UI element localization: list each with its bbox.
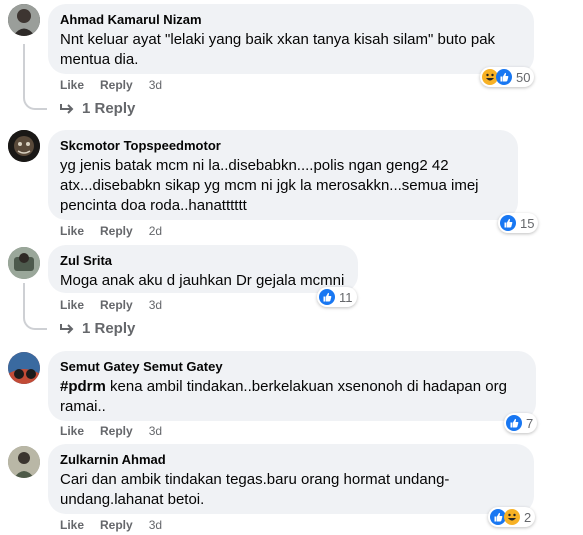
reaction-summary[interactable]: 11 bbox=[317, 287, 357, 307]
reaction-count: 2 bbox=[524, 509, 532, 525]
reaction-summary[interactable]: 2 bbox=[488, 507, 536, 527]
thread-line bbox=[23, 44, 25, 94]
avatar[interactable] bbox=[8, 4, 40, 36]
like-link[interactable]: Like bbox=[60, 298, 84, 312]
comment-text: Moga anak aku d jauhkan Dr gejala mcmni bbox=[60, 272, 345, 289]
avatar[interactable] bbox=[8, 446, 40, 478]
replies-count[interactable]: 1 Reply bbox=[82, 100, 135, 117]
reaction-count: 50 bbox=[516, 69, 531, 85]
like-link[interactable]: Like bbox=[60, 518, 84, 532]
comment-timestamp[interactable]: 3d bbox=[149, 78, 162, 92]
comment-actions: Like Reply 3d bbox=[60, 298, 178, 312]
thread-connector bbox=[23, 94, 47, 110]
reaction-count: 15 bbox=[520, 215, 535, 231]
comment-actions: Like Reply 3d bbox=[60, 518, 178, 532]
like-link[interactable]: Like bbox=[60, 78, 84, 92]
view-replies-link[interactable]: 1 Reply bbox=[60, 320, 135, 337]
thread-connector bbox=[23, 314, 47, 330]
reaction-count: 11 bbox=[339, 289, 353, 305]
comment-actions: Like Reply 3d bbox=[60, 424, 178, 438]
like-icon bbox=[496, 69, 512, 85]
like-link[interactable]: Like bbox=[60, 224, 84, 238]
reaction-count: 7 bbox=[526, 415, 534, 431]
hashtag-link[interactable]: #pdrm bbox=[60, 378, 106, 395]
comment-bubble: Zul Srita Moga anak aku d jauhkan Dr gej… bbox=[48, 245, 358, 293]
comment-timestamp[interactable]: 3d bbox=[149, 424, 162, 438]
reaction-summary[interactable]: 7 bbox=[504, 413, 538, 433]
reply-arrow-icon bbox=[60, 323, 74, 334]
reaction-summary[interactable]: 15 bbox=[498, 213, 539, 233]
avatar[interactable] bbox=[8, 352, 40, 384]
like-icon bbox=[506, 415, 522, 431]
like-icon bbox=[500, 215, 516, 231]
comment-author[interactable]: Zulkarnin Ahmad bbox=[60, 452, 522, 468]
reply-link[interactable]: Reply bbox=[100, 424, 133, 438]
avatar[interactable] bbox=[8, 130, 40, 162]
comment-timestamp[interactable]: 3d bbox=[149, 518, 162, 532]
thread-line bbox=[23, 283, 25, 314]
comment-text: yg jenis batak mcm ni la..disebabkn....p… bbox=[60, 157, 479, 214]
reply-link[interactable]: Reply bbox=[100, 298, 133, 312]
reply-link[interactable]: Reply bbox=[100, 78, 133, 92]
view-replies-link[interactable]: 1 Reply bbox=[60, 100, 135, 117]
comment-author[interactable]: Ahmad Kamarul Nizam bbox=[60, 12, 522, 28]
reply-arrow-icon bbox=[60, 103, 74, 114]
comment-text-body: kena ambil tindakan..berkelakuan xsenono… bbox=[60, 378, 507, 415]
comment-text: Cari dan ambik tindakan tegas.baru orang… bbox=[60, 471, 450, 508]
reaction-summary[interactable]: 50 bbox=[480, 67, 535, 87]
comment-author[interactable]: Skcmotor Topspeedmotor bbox=[60, 138, 506, 154]
replies-count[interactable]: 1 Reply bbox=[82, 320, 135, 337]
comment-bubble: Skcmotor Topspeedmotor yg jenis batak mc… bbox=[48, 130, 518, 220]
like-icon bbox=[319, 289, 335, 305]
comment-bubble: Zulkarnin Ahmad Cari dan ambik tindakan … bbox=[48, 444, 534, 514]
comment-text: #pdrm kena ambil tindakan..berkelakuan x… bbox=[60, 377, 524, 417]
comment-timestamp[interactable]: 2d bbox=[149, 224, 162, 238]
reply-link[interactable]: Reply bbox=[100, 224, 133, 238]
comment-author[interactable]: Zul Srita bbox=[60, 253, 346, 269]
comment-bubble: Ahmad Kamarul Nizam Nnt keluar ayat "lel… bbox=[48, 4, 534, 74]
comment-actions: Like Reply 2d bbox=[60, 224, 178, 238]
comment-actions: Like Reply 3d bbox=[60, 78, 178, 92]
avatar[interactable] bbox=[8, 247, 40, 279]
comment-timestamp[interactable]: 3d bbox=[149, 298, 162, 312]
comment-bubble: Semut Gatey Semut Gatey #pdrm kena ambil… bbox=[48, 351, 536, 421]
like-link[interactable]: Like bbox=[60, 424, 84, 438]
haha-icon bbox=[504, 509, 520, 525]
comment-text: Nnt keluar ayat "lelaki yang baik xkan t… bbox=[60, 31, 496, 68]
comment-author[interactable]: Semut Gatey Semut Gatey bbox=[60, 359, 524, 375]
reply-link[interactable]: Reply bbox=[100, 518, 133, 532]
